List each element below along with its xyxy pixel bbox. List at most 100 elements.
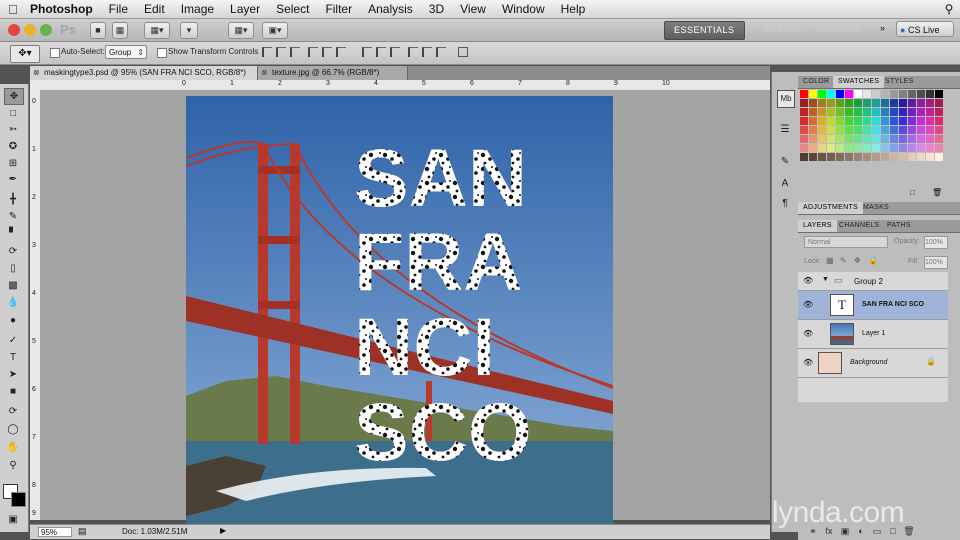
menu-filter[interactable]: Filter (317, 2, 360, 16)
swatch-chip[interactable] (845, 144, 853, 152)
bridge-icon[interactable]: ■ (90, 22, 106, 39)
swatch-chip[interactable] (854, 117, 862, 125)
align-left-icon[interactable] (308, 47, 318, 57)
swatch-chip[interactable] (845, 117, 853, 125)
apple-icon[interactable]:  (0, 2, 26, 17)
swatch-chip[interactable] (908, 135, 916, 143)
workspace-painting[interactable]: PAINTING (808, 21, 872, 38)
swatch-chip[interactable] (854, 144, 862, 152)
distribute-vcenter-icon[interactable] (376, 47, 386, 57)
mini-bridge-panel-icon[interactable]: Mb (777, 90, 795, 108)
distribute-top-icon[interactable] (362, 47, 372, 57)
tab-color[interactable]: COLOR (798, 76, 834, 88)
swatch-chip[interactable] (908, 153, 916, 161)
swatch-chip[interactable] (881, 108, 889, 116)
screen-mode-icon[interactable]: ▣▾ (262, 22, 288, 39)
swatch-chip[interactable] (881, 144, 889, 152)
swatch-chip[interactable] (890, 144, 898, 152)
distribute-hcenter-icon[interactable] (422, 47, 432, 57)
visibility-eye-icon[interactable]: 👁 (803, 300, 813, 309)
swatch-chip[interactable] (827, 108, 835, 116)
swatch-chip[interactable] (836, 126, 844, 134)
zoom-level-field[interactable]: 95% (38, 527, 72, 537)
swatch-chip[interactable] (890, 99, 898, 107)
tool-preset-picker[interactable]: ✥▾ (10, 45, 40, 63)
swatch-chip[interactable] (908, 90, 916, 98)
workspace-menu-icon[interactable]: » (880, 23, 885, 33)
swatch-chip[interactable] (809, 144, 817, 152)
swatch-chip[interactable] (800, 144, 808, 152)
blur-tool-icon[interactable]: 💧 (4, 295, 22, 310)
menu-app-name[interactable]: Photoshop (26, 2, 101, 16)
zoom-window-button[interactable] (40, 24, 52, 36)
swatch-chip[interactable] (908, 108, 916, 116)
swatch-chip[interactable] (872, 90, 880, 98)
swatch-chip[interactable] (800, 117, 808, 125)
swatch-chip[interactable] (899, 117, 907, 125)
type-tool-icon[interactable]: T (4, 350, 22, 365)
swatch-chip[interactable] (926, 153, 934, 161)
lasso-tool-icon[interactable]: ➳ (4, 122, 22, 137)
swatch-chip[interactable] (818, 90, 826, 98)
dodge-tool-icon[interactable]: ● (4, 313, 22, 328)
swatch-chip[interactable] (926, 117, 934, 125)
marquee-tool-icon[interactable]: □ (4, 106, 22, 121)
swatch-chip[interactable] (890, 108, 898, 116)
swatch-chip[interactable] (818, 153, 826, 161)
swatch-chip[interactable] (800, 135, 808, 143)
paragraph-panel-icon[interactable]: ¶ (777, 196, 793, 212)
quick-selection-tool-icon[interactable]: ✪ (4, 139, 22, 154)
swatch-chip[interactable] (845, 153, 853, 161)
close-tab-icon[interactable]: ⊗ (33, 66, 40, 80)
swatch-chip[interactable] (935, 135, 943, 143)
swatch-chip[interactable] (926, 99, 934, 107)
swatch-chip[interactable] (818, 117, 826, 125)
swatch-chip[interactable] (836, 108, 844, 116)
swatch-chip[interactable] (881, 153, 889, 161)
tab-masks[interactable]: MASKS (858, 202, 894, 214)
opacity-field[interactable]: 100% (924, 236, 948, 249)
eyedropper-tool-icon[interactable]: ✒ (4, 172, 22, 187)
pen-tool-icon[interactable]: ✓ (4, 333, 22, 348)
swatch-chip[interactable] (836, 90, 844, 98)
swatch-chip[interactable] (908, 117, 916, 125)
swatch-chip[interactable] (872, 108, 880, 116)
group-expand-arrow-icon[interactable]: ▼ (822, 276, 829, 283)
swatch-chip[interactable] (836, 99, 844, 107)
auto-align-layers-icon[interactable] (458, 47, 468, 57)
swatch-chip[interactable] (917, 144, 925, 152)
tab-adjustments[interactable]: ADJUSTMENTS (798, 202, 864, 214)
workspace-design[interactable]: DESIGN (755, 21, 811, 38)
delete-swatch-icon[interactable]: 🗑 (932, 188, 942, 197)
auto-select-dropdown[interactable]: Group ⇕ (105, 45, 147, 59)
swatch-chip[interactable] (899, 108, 907, 116)
tab-maskingtype3[interactable]: ⊗ maskingtype3.psd @ 95% (SAN FRA NCI SC… (30, 66, 258, 80)
swatch-chip[interactable] (827, 117, 835, 125)
brush-tool-icon[interactable]: ✎ (4, 209, 22, 224)
layer-row-layer1[interactable]: 👁 Layer 1 (798, 320, 948, 349)
menu-select[interactable]: Select (268, 2, 317, 16)
swatch-chip[interactable] (935, 117, 943, 125)
swatch-chip[interactable] (827, 90, 835, 98)
swatch-chip[interactable] (872, 117, 880, 125)
eraser-tool-icon[interactable]: ▯ (4, 261, 22, 276)
swatch-chip[interactable] (935, 126, 943, 134)
background-color-swatch[interactable] (11, 492, 26, 507)
align-top-icon[interactable] (262, 47, 272, 57)
history-panel-icon[interactable]: ☰ (777, 122, 793, 138)
move-tool-icon[interactable]: ✥ (4, 88, 24, 105)
zoom-level-icon[interactable]: ▾ (180, 22, 198, 39)
swatch-chip[interactable] (890, 153, 898, 161)
swatch-chip[interactable] (854, 135, 862, 143)
tab-channels[interactable]: CHANNELS (834, 220, 885, 232)
swatch-chip[interactable] (809, 117, 817, 125)
swatch-chip[interactable] (935, 99, 943, 107)
visibility-eye-icon[interactable]: 👁 (803, 329, 813, 338)
healing-brush-tool-icon[interactable]: ╋ (4, 192, 22, 207)
swatch-chip[interactable] (917, 90, 925, 98)
swatch-chip[interactable] (926, 90, 934, 98)
swatch-chip[interactable] (926, 126, 934, 134)
swatch-chip[interactable] (872, 99, 880, 107)
swatch-chip[interactable] (836, 153, 844, 161)
swatch-chip[interactable] (818, 126, 826, 134)
